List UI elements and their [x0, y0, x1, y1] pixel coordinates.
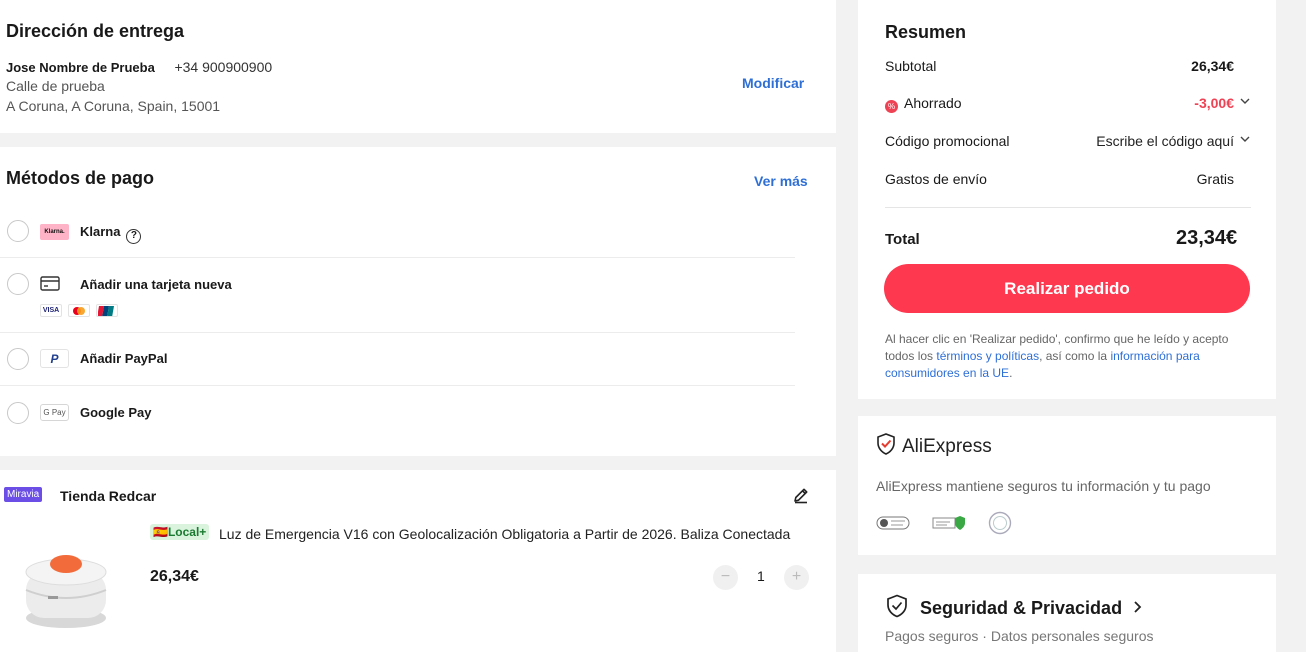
promo-input-placeholder[interactable]: Escribe el código aquí [1096, 133, 1234, 149]
payment-option-new-card[interactable]: Añadir una tarjeta nueva VISA [0, 257, 795, 333]
credit-card-icon [40, 276, 60, 296]
edit-address-link[interactable]: Modificar [742, 75, 804, 91]
google-pay-label: Google Pay [80, 405, 152, 420]
recipient-name: Jose Nombre de Prueba [6, 60, 155, 75]
new-card-radio[interactable] [7, 273, 29, 295]
certification-seal-icon [988, 511, 1012, 540]
address-street: Calle de prueba [6, 78, 105, 94]
recipient-phone: +34 900900900 [174, 59, 273, 75]
delivery-address-title: Dirección de entrega [6, 21, 185, 41]
security-title: Seguridad & Privacidad [920, 598, 1123, 618]
klarna-radio[interactable] [7, 220, 29, 242]
help-circle-icon[interactable]: ? [126, 229, 142, 244]
legal-text: , así como la [1039, 349, 1111, 363]
local-plus-badge: 🇪🇸Local+ [150, 524, 210, 540]
aliexpress-brand: AliExpress [876, 433, 992, 461]
total-label: Total [885, 231, 920, 248]
google-pay-radio[interactable] [7, 402, 29, 424]
subtotal-value: 26,34€ [1191, 58, 1234, 74]
security-header[interactable]: Seguridad & Privacidad [886, 594, 1142, 623]
shield-check-icon [886, 594, 908, 623]
mastercard-icon [68, 304, 90, 317]
summary-title: Resumen [885, 22, 967, 42]
saved-label: Ahorrado [904, 95, 962, 111]
pci-seal-icon [876, 515, 910, 536]
aliexpress-trust-card: AliExpress AliExpress mantiene seguros t… [858, 416, 1276, 555]
saved-label-wrap: % Ahorrado [885, 95, 962, 113]
payment-methods-card: Métodos de pago Ver más Klarna. Klarna? … [0, 147, 836, 456]
new-card-label: Añadir una tarjeta nueva [80, 277, 232, 292]
store-name[interactable]: Tienda Redcar [60, 488, 156, 504]
payment-option-klarna[interactable]: Klarna. Klarna? [0, 209, 795, 258]
legal-notice: Al hacer clic en 'Realizar pedido', conf… [885, 331, 1257, 382]
payment-methods-title: Métodos de pago [6, 168, 154, 188]
shipping-label: Gastos de envío [885, 171, 987, 187]
address-city: A Coruna, A Coruna, Spain, 15001 [6, 98, 221, 114]
order-summary-card: Resumen Subtotal 26,34€ % Ahorrado -3,00€… [858, 0, 1276, 399]
product-price: 26,34€ [150, 568, 199, 585]
product-title[interactable]: Luz de Emergencia V16 con Geolocalizació… [219, 526, 814, 542]
place-order-button[interactable]: Realizar pedido [884, 264, 1250, 313]
divider [885, 207, 1251, 208]
saved-value: -3,00€ [1194, 95, 1234, 111]
klarna-label: Klarna [80, 224, 121, 239]
chevron-down-icon[interactable] [1239, 132, 1251, 148]
aliexpress-name: AliExpress [902, 436, 992, 457]
trust-description: AliExpress mantiene seguros tu informaci… [876, 478, 1211, 494]
payment-option-paypal[interactable]: P Añadir PayPal [0, 332, 795, 386]
shield-check-icon [876, 433, 896, 460]
product-thumbnail[interactable] [22, 550, 110, 630]
recipient-row: Jose Nombre de Prueba +34 900900900 [6, 59, 272, 75]
total-value: 23,34€ [1176, 227, 1238, 249]
paypal-radio[interactable] [7, 348, 29, 370]
security-privacy-card[interactable]: Seguridad & Privacidad Pagos seguros · D… [858, 574, 1276, 652]
legal-text: . [1009, 366, 1013, 380]
security-seals [876, 511, 1012, 540]
security-subtitle: Pagos seguros · Datos personales seguros [885, 628, 1154, 644]
visa-icon: VISA [40, 304, 62, 317]
terms-link[interactable]: términos y políticas [936, 349, 1039, 363]
quantity-decrease-button[interactable]: − [713, 565, 738, 590]
quantity-value: 1 [757, 568, 765, 584]
promo-label: Código promocional [885, 133, 1010, 149]
chevron-down-icon[interactable] [1239, 94, 1251, 110]
see-more-payment-link[interactable]: Ver más [754, 173, 808, 189]
delivery-address-card: Dirección de entrega Jose Nombre de Prue… [0, 0, 836, 133]
unionpay-icon [96, 304, 118, 317]
ssl-seal-icon [932, 515, 966, 536]
shipping-value: Gratis [1196, 171, 1234, 187]
edit-pencil-icon[interactable] [792, 486, 810, 509]
klarna-logo-icon: Klarna. [40, 224, 69, 240]
chevron-right-icon[interactable] [1132, 598, 1142, 619]
google-pay-logo-icon: G Pay [40, 404, 69, 421]
store-order-card: Miravia Tienda Redcar 🇪🇸Local+ Luz de Em… [0, 470, 836, 652]
payment-option-google-pay[interactable]: G Pay Google Pay [0, 385, 795, 439]
discount-icon: % [885, 100, 898, 113]
quantity-increase-button[interactable]: + [784, 565, 809, 590]
paypal-label: Añadir PayPal [80, 351, 168, 366]
paypal-logo-icon: P [40, 349, 69, 368]
subtotal-label: Subtotal [885, 58, 937, 74]
klarna-label-wrap: Klarna? [80, 224, 142, 244]
card-brands: VISA [40, 304, 118, 317]
miravia-badge: Miravia [4, 487, 43, 502]
